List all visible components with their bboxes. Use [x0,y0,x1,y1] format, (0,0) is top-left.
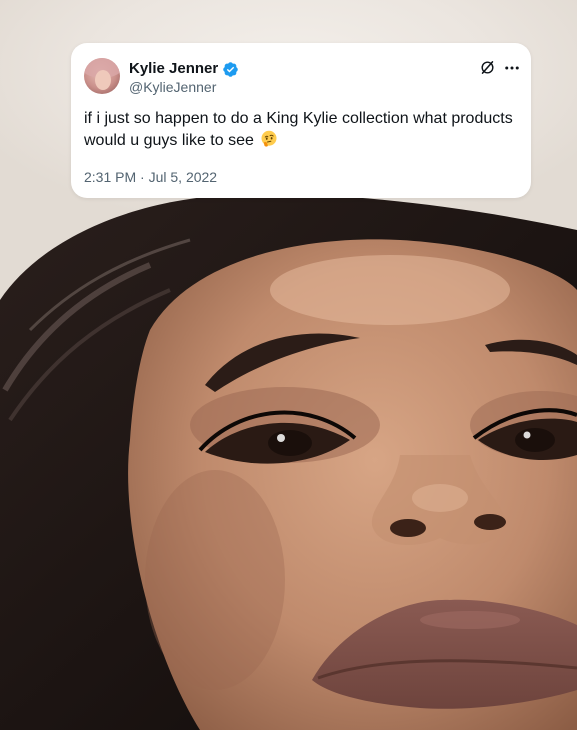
tweet-body: if i just so happen to do a King Kylie c… [84,108,524,152]
tweet-time: 2:31 PM [84,169,137,185]
tweet-card[interactable]: Kylie Jenner @KylieJenner if i just so h… [71,43,531,198]
thinking-face-emoji [261,130,277,147]
tweet-text: if i just so happen to do a King Kylie c… [84,110,513,149]
avatar-face [95,70,111,90]
display-name[interactable]: Kylie Jenner [129,60,218,78]
timestamp-separator: · [140,169,145,185]
tweet-timestamp[interactable]: 2:31 PM · Jul 5, 2022 [84,169,217,186]
avatar[interactable] [84,58,120,94]
tweet-date: Jul 5, 2022 [148,169,218,185]
author-handle[interactable]: @KylieJenner [129,79,216,96]
verified-badge-icon [223,61,238,77]
x-logo-icon[interactable] [479,59,496,76]
author-name-row: Kylie Jenner [129,60,239,78]
more-options-icon[interactable] [503,59,521,77]
